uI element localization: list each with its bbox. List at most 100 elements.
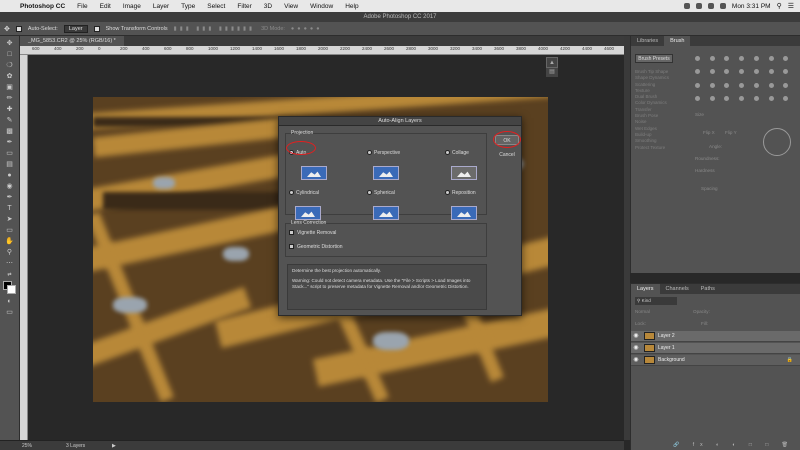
align-icons[interactable]: ▮▮▮ ▮▮▮ ▮▮▮▮▮▮: [174, 26, 255, 32]
projection-spherical[interactable]: Spherical: [367, 184, 427, 220]
menu-edit[interactable]: Edit: [94, 3, 117, 10]
document-tab[interactable]: _MG_5853.CR2 @ 25% (RGB/16) *: [20, 36, 124, 46]
screen-mode-icon[interactable]: ▭: [4, 308, 16, 318]
brush-tip-grid[interactable]: [695, 56, 795, 106]
eye-icon[interactable]: ◉: [631, 331, 641, 342]
vignette-box[interactable]: [289, 230, 294, 236]
move-tool-icon[interactable]: ✥: [4, 25, 10, 33]
tab-libraries[interactable]: Libraries: [631, 36, 664, 46]
radio-perspective[interactable]: [367, 150, 372, 156]
tab-layers[interactable]: Layers: [631, 284, 660, 294]
angle-roundness-widget[interactable]: [763, 128, 791, 156]
status-arrow-icon[interactable]: ▶: [112, 441, 116, 450]
geometric-box[interactable]: [289, 244, 294, 250]
stamp-icon[interactable]: ▩: [4, 127, 16, 137]
eyedropper-icon[interactable]: ✏: [4, 94, 16, 104]
highlight-circle-ok: [493, 131, 521, 148]
zoom-level[interactable]: 25%: [22, 441, 32, 450]
flip-x-label[interactable]: Flip X: [703, 130, 715, 135]
layer-row-layer-2[interactable]: ◉ Layer 2: [631, 331, 800, 342]
arrange-icon[interactable]: ▤: [546, 68, 558, 77]
layer-row-layer-1[interactable]: ◉ Layer 1: [631, 343, 800, 354]
menu-layer[interactable]: Layer: [147, 3, 175, 10]
pen-icon[interactable]: ✒: [4, 193, 16, 203]
swap-colors-icon[interactable]: ⇄: [4, 270, 16, 280]
radio-spherical[interactable]: [367, 190, 372, 196]
path-select-icon[interactable]: ➤: [4, 215, 16, 225]
gradient-icon[interactable]: ▤: [4, 160, 16, 170]
eye-icon[interactable]: ◉: [631, 355, 641, 366]
menu-file[interactable]: File: [71, 3, 93, 10]
blend-mode-dropdown[interactable]: Normal: [635, 309, 650, 314]
menu-type[interactable]: Type: [175, 3, 201, 10]
type-icon[interactable]: T: [4, 204, 16, 214]
layers-footer-icons[interactable]: 🔗 fx ◐ ◐ □ □ 🗑: [630, 440, 800, 450]
doc-info[interactable]: 3 Layers: [66, 441, 85, 450]
dodge-icon[interactable]: ◉: [4, 182, 16, 192]
cancel-button[interactable]: Cancel: [495, 150, 519, 160]
menu-bar: Photoshop CC File Edit Image Layer Type …: [0, 0, 800, 12]
blur-icon[interactable]: ●: [4, 171, 16, 181]
menu-3d[interactable]: 3D: [258, 3, 278, 10]
show-transform-checkbox[interactable]: [93, 25, 100, 32]
quick-mask-icon[interactable]: ◐: [4, 297, 16, 307]
panel-toggle-icon[interactable]: ▲: [546, 57, 558, 68]
tab-paths[interactable]: Paths: [695, 284, 721, 294]
vignette-removal-checkbox[interactable]: Vignette Removal: [289, 230, 336, 236]
menu-view[interactable]: View: [278, 3, 304, 10]
horizontal-ruler: 600 400 200 0 200 400 600 800 1000 1200 1400 1600 18…: [20, 46, 624, 55]
zoom-icon[interactable]: ⚲: [4, 248, 16, 258]
tab-brush[interactable]: Brush: [664, 36, 691, 46]
flip-y-label[interactable]: Flip Y: [725, 130, 737, 135]
brush-presets-button[interactable]: Brush Presets: [635, 54, 673, 63]
ruler-tick: 4000: [538, 46, 549, 51]
menu-window[interactable]: Window: [304, 3, 339, 10]
geometric-distortion-checkbox[interactable]: Geometric Distortion: [289, 244, 343, 250]
eye-icon[interactable]: ◉: [631, 343, 641, 354]
menu-app[interactable]: Photoshop CC: [14, 3, 71, 10]
marquee-icon[interactable]: □: [4, 50, 16, 60]
projection-perspective[interactable]: Perspective: [367, 144, 427, 180]
wifi-icon[interactable]: [695, 3, 702, 9]
quick-select-icon[interactable]: ✿: [4, 72, 16, 82]
menu-help[interactable]: Help: [339, 3, 364, 10]
battery-icon[interactable]: [719, 3, 726, 9]
brush-icon[interactable]: ✎: [4, 116, 16, 126]
color-swatches[interactable]: [2, 281, 17, 295]
lasso-icon[interactable]: ❍: [4, 61, 16, 71]
shape-icon[interactable]: ▭: [4, 226, 16, 236]
crop-icon[interactable]: ▣: [4, 83, 16, 93]
tools-panel: ✥ □ ❍ ✿ ▣ ✏ ✚ ✎ ▩ ✒ ▭ ▤ ● ◉ ✒ T ➤ ▭ ✋ ⚲ …: [0, 36, 20, 440]
menubar-status: Mon 3:31 PM ⚲ ☰: [683, 2, 800, 10]
radio-cylindrical[interactable]: [289, 190, 294, 196]
kind-filter[interactable]: ⚲ Kind: [635, 297, 677, 305]
healing-icon[interactable]: ✚: [4, 105, 16, 115]
volume-icon[interactable]: [707, 3, 714, 9]
clock[interactable]: Mon 3:31 PM: [732, 3, 771, 10]
spotlight-icon[interactable]: ⚲: [777, 2, 782, 10]
projection-reposition[interactable]: Reposition: [445, 184, 505, 220]
projection-cylindrical[interactable]: Cylindrical: [289, 184, 349, 220]
eraser-icon[interactable]: ▭: [4, 149, 16, 159]
layer-row-background[interactable]: ◉ Background 🔒: [631, 355, 800, 366]
move-icon[interactable]: ✥: [4, 39, 16, 49]
dropbox-icon[interactable]: [683, 3, 690, 9]
ruler-tick: 1000: [208, 46, 219, 51]
ruler-tick: 1200: [230, 46, 241, 51]
hand-icon[interactable]: ✋: [4, 237, 16, 247]
tab-channels[interactable]: Channels: [660, 284, 695, 294]
3d-mode-icons[interactable]: ●●●●●: [291, 26, 323, 32]
more-tools-icon[interactable]: ⋯: [4, 259, 16, 269]
auto-select-dropdown[interactable]: Layer: [63, 24, 88, 33]
radio-collage[interactable]: [445, 150, 450, 156]
history-brush-icon[interactable]: ✒: [4, 138, 16, 148]
layer-name: Layer 1: [658, 345, 675, 351]
notification-icon[interactable]: ☰: [788, 2, 794, 10]
angle-label: Angle:: [709, 144, 723, 149]
menu-filter[interactable]: Filter: [231, 3, 257, 10]
option-protect-texture[interactable]: Protect Texture: [635, 145, 691, 151]
menu-image[interactable]: Image: [117, 3, 147, 10]
radio-reposition[interactable]: [445, 190, 450, 196]
menu-select[interactable]: Select: [201, 3, 231, 10]
auto-select-checkbox[interactable]: [15, 25, 22, 32]
